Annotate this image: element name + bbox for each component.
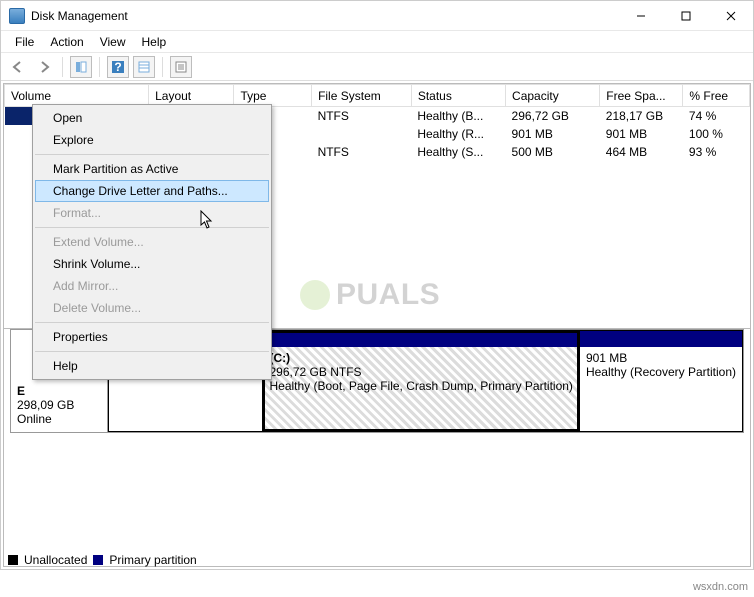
col-filesystem[interactable]: File System xyxy=(312,85,412,107)
ctx-delete[interactable]: Delete Volume... xyxy=(35,297,269,319)
partition-size: 296,72 GB NTFS xyxy=(269,365,572,379)
disk-state: Online xyxy=(17,412,101,426)
toolbar-separator xyxy=(99,57,100,77)
partition-title: (C:) xyxy=(269,351,572,365)
context-menu: Open Explore Mark Partition as Active Ch… xyxy=(32,104,272,380)
legend-swatch-primary xyxy=(93,555,103,565)
app-icon xyxy=(9,8,25,24)
ctx-add-mirror[interactable]: Add Mirror... xyxy=(35,275,269,297)
toolbar-separator xyxy=(162,57,163,77)
mouse-cursor-icon xyxy=(200,210,216,230)
ctx-mark-active[interactable]: Mark Partition as Active xyxy=(35,158,269,180)
list-view-button[interactable] xyxy=(170,56,192,78)
legend: Unallocated Primary partition xyxy=(8,553,197,567)
menu-action[interactable]: Action xyxy=(42,33,91,51)
ctx-separator xyxy=(35,227,269,228)
partition-size: 901 MB xyxy=(586,351,736,365)
window-title: Disk Management xyxy=(31,9,618,23)
ctx-format[interactable]: Format... xyxy=(35,202,269,224)
toolbar-separator xyxy=(62,57,63,77)
partition-block-selected[interactable]: (C:) 296,72 GB NTFS Healthy (Boot, Page … xyxy=(263,330,579,432)
close-button[interactable] xyxy=(708,1,753,31)
watermark: PUALS xyxy=(300,278,440,312)
legend-label-primary: Primary partition xyxy=(109,553,196,567)
menubar: File Action View Help xyxy=(1,31,753,53)
disk-name: E xyxy=(17,384,101,398)
help-button[interactable]: ? xyxy=(107,56,129,78)
minimize-button[interactable] xyxy=(618,1,663,31)
col-capacity[interactable]: Capacity xyxy=(506,85,600,107)
watermark-text: PUALS xyxy=(336,278,440,312)
settings-button[interactable] xyxy=(133,56,155,78)
ctx-properties[interactable]: Properties xyxy=(35,326,269,348)
col-freespace[interactable]: Free Spa... xyxy=(600,85,683,107)
menu-file[interactable]: File xyxy=(7,33,42,51)
ctx-separator xyxy=(35,154,269,155)
partition-health: Healthy (Recovery Partition) xyxy=(586,365,736,379)
col-pctfree[interactable]: % Free xyxy=(683,85,750,107)
back-button[interactable] xyxy=(7,56,29,78)
footer-text: wsxdn.com xyxy=(693,581,748,593)
legend-swatch-unallocated xyxy=(8,555,18,565)
menu-help[interactable]: Help xyxy=(134,33,175,51)
maximize-button[interactable] xyxy=(663,1,708,31)
ctx-help[interactable]: Help xyxy=(35,355,269,377)
disk-size: 298,09 GB xyxy=(17,398,101,412)
ctx-explore[interactable]: Explore xyxy=(35,129,269,151)
ctx-extend[interactable]: Extend Volume... xyxy=(35,231,269,253)
ctx-shrink[interactable]: Shrink Volume... xyxy=(35,253,269,275)
legend-label-unallocated: Unallocated xyxy=(24,553,87,567)
titlebar: Disk Management xyxy=(1,1,753,31)
svg-text:?: ? xyxy=(114,60,121,74)
menu-view[interactable]: View xyxy=(92,33,134,51)
partition-health: Healthy (Boot, Page File, Crash Dump, Pr… xyxy=(269,379,572,393)
watermark-badge-icon xyxy=(300,280,330,310)
ctx-open[interactable]: Open xyxy=(35,107,269,129)
show-hide-tree-button[interactable] xyxy=(70,56,92,78)
ctx-separator xyxy=(35,351,269,352)
forward-button[interactable] xyxy=(33,56,55,78)
toolbar: ? xyxy=(1,53,753,81)
ctx-separator xyxy=(35,322,269,323)
partition-block[interactable]: 901 MB Healthy (Recovery Partition) xyxy=(580,330,743,432)
partition-color-stripe xyxy=(263,331,578,347)
ctx-change-drive-letter[interactable]: Change Drive Letter and Paths... xyxy=(35,180,269,202)
partition-color-stripe xyxy=(580,331,742,347)
col-status[interactable]: Status xyxy=(411,85,505,107)
